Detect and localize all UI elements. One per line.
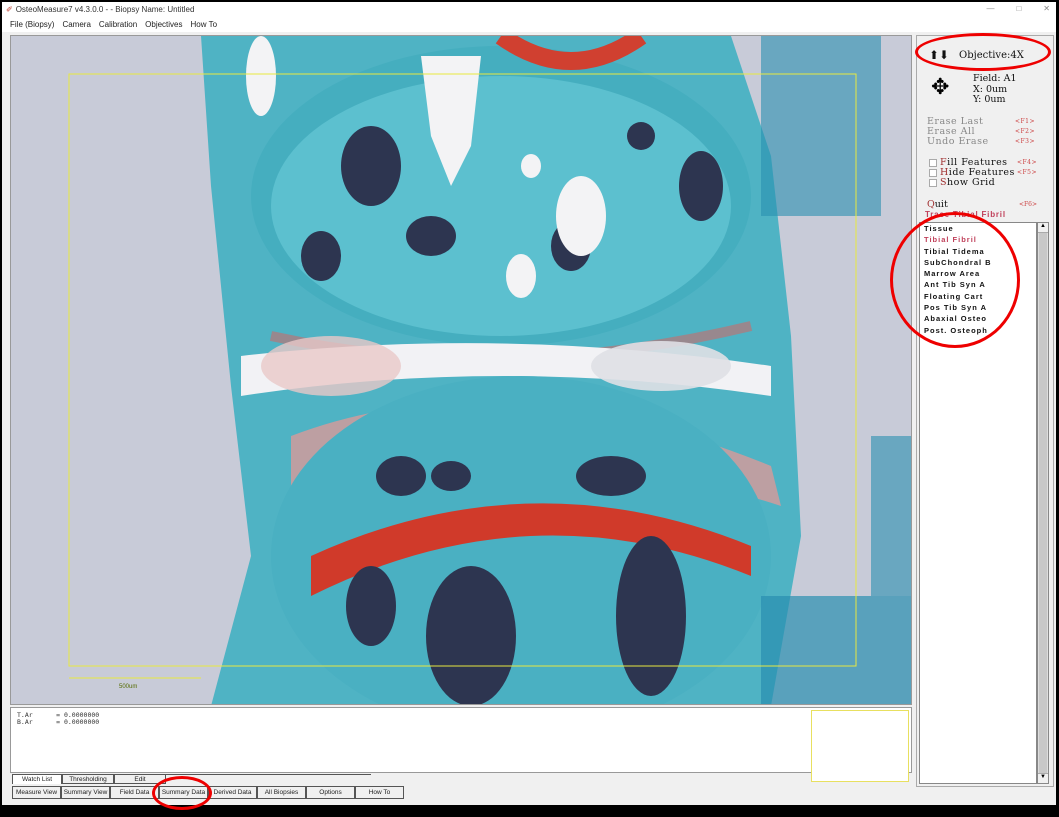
menu-objectives[interactable]: Objectives (145, 20, 182, 32)
feature-item[interactable]: Marrow Area (920, 268, 1036, 279)
y-position: Y: 0um (973, 94, 1006, 105)
tab-thresholding[interactable]: Thresholding (62, 774, 114, 784)
scroll-up-icon[interactable]: ▲ (1038, 223, 1048, 233)
tab-strip-line (166, 774, 371, 784)
shortcut-f3: <F3> (1014, 138, 1035, 145)
thumbnail-preview (811, 710, 909, 782)
minimize-button[interactable]: — (986, 4, 994, 13)
feature-item[interactable]: Tissue (920, 223, 1036, 234)
feature-item[interactable]: Tibial Tidema (920, 246, 1036, 257)
checkbox-box[interactable] (929, 178, 937, 187)
menu-file[interactable]: File (Biopsy) (10, 20, 54, 32)
feature-item[interactable]: Post. Osteoph (920, 325, 1036, 336)
feature-list-scrollbar[interactable]: ▲ ▼ (1037, 222, 1049, 784)
histology-image (11, 36, 911, 704)
mnemonic: S (940, 177, 948, 188)
shortcut-f2: <F2> (1014, 128, 1035, 135)
tab-edit[interactable]: Edit (114, 774, 166, 784)
title-bar: ✐ OsteoMeasure7 v4.3.0.0 - - Biopsy Name… (2, 2, 1056, 17)
shortcut-f6: <F6> (1018, 201, 1037, 208)
watch-list-panel: T.Ar = 0.0000000 B.Ar = 0.0000000 (10, 707, 912, 782)
menu-bar: File (Biopsy) Camera Calibration Objecti… (2, 17, 1056, 32)
tab-watch-list[interactable]: Watch List (12, 774, 62, 784)
scroll-thumb[interactable] (1039, 233, 1047, 773)
window-title: OsteoMeasure7 v4.3.0.0 - - Biopsy Name: … (15, 5, 195, 14)
shortcut-f5: <F5> (1016, 169, 1037, 176)
microscope-image-view[interactable]: 500um (10, 35, 912, 705)
objective-selector[interactable]: ⬆⬇ Objective:4X (929, 48, 1024, 62)
scale-bar-label: 500um (119, 684, 138, 690)
up-down-arrows-icon[interactable]: ⬆⬇ (929, 48, 949, 62)
stage-position: Field: A1 X: 0um Y: 0um (973, 73, 1017, 106)
tab-measure-view[interactable]: Measure View (12, 786, 61, 799)
tab-how-to[interactable]: How To (355, 786, 404, 799)
view-tabs: Measure View Summary View Field Data Sum… (12, 786, 404, 799)
menu-camera[interactable]: Camera (62, 20, 90, 32)
maximize-button[interactable]: □ (1016, 4, 1021, 13)
feature-item-selected[interactable]: Tibial Fibril (920, 234, 1036, 245)
app-logo-icon: ✐ (6, 5, 13, 14)
feature-list[interactable]: Tissue Tibial Fibril Tibial Tidema SubCh… (919, 222, 1037, 784)
tab-derived-data[interactable]: Derived Data (208, 786, 257, 799)
watch-line-b-ar: B.Ar = 0.0000000 (17, 718, 100, 726)
show-grid-checkbox[interactable]: Show Grid (929, 177, 1047, 188)
checkbox-box[interactable] (929, 158, 937, 167)
checkbox-box[interactable] (929, 168, 937, 177)
move-arrows-icon[interactable]: ✥ (931, 76, 949, 98)
tab-summary-data[interactable]: Summary Data (159, 786, 208, 799)
tab-field-data[interactable]: Field Data (110, 786, 159, 799)
shortcut-f1: <F1> (1014, 118, 1035, 125)
mnemonic: Q (927, 199, 935, 210)
menu-calibration[interactable]: Calibration (99, 20, 137, 32)
menu-how-to[interactable]: How To (191, 20, 218, 32)
objective-label: Objective:4X (959, 50, 1024, 61)
undo-erase-label: Undo Erase (927, 136, 989, 147)
shortcut-f4: <F4> (1016, 159, 1037, 166)
watch-tabs: Watch List Thresholding Edit (12, 774, 371, 784)
undo-erase-button[interactable]: Undo Erase <F3> (927, 136, 1047, 147)
feature-item[interactable]: Ant Tib Syn A (920, 279, 1036, 290)
feature-item[interactable]: Pos Tib Syn A (920, 302, 1036, 313)
checkbox-label: how Grid (947, 177, 996, 188)
tab-all-biopsies[interactable]: All Biopsies (257, 786, 306, 799)
feature-item[interactable]: SubChondral B (920, 257, 1036, 268)
trace-status: Trace Tibial Fibril (925, 210, 1006, 219)
tab-options[interactable]: Options (306, 786, 355, 799)
quit-button[interactable]: Quit <F6> (927, 199, 1047, 210)
field-label: Field: A1 (973, 73, 1017, 84)
control-panel: ⬆⬇ Objective:4X ✥ Field: A1 X: 0um Y: 0u… (916, 35, 1054, 787)
feature-item[interactable]: Abaxial Osteo (920, 313, 1036, 324)
feature-item[interactable]: Floating Cart (920, 291, 1036, 302)
scroll-down-icon[interactable]: ▼ (1038, 773, 1048, 783)
close-button[interactable]: ✕ (1043, 4, 1050, 13)
tab-summary-view[interactable]: Summary View (61, 786, 110, 799)
app-window: ✐ OsteoMeasure7 v4.3.0.0 - - Biopsy Name… (2, 2, 1056, 805)
quit-label: uit (934, 199, 948, 210)
